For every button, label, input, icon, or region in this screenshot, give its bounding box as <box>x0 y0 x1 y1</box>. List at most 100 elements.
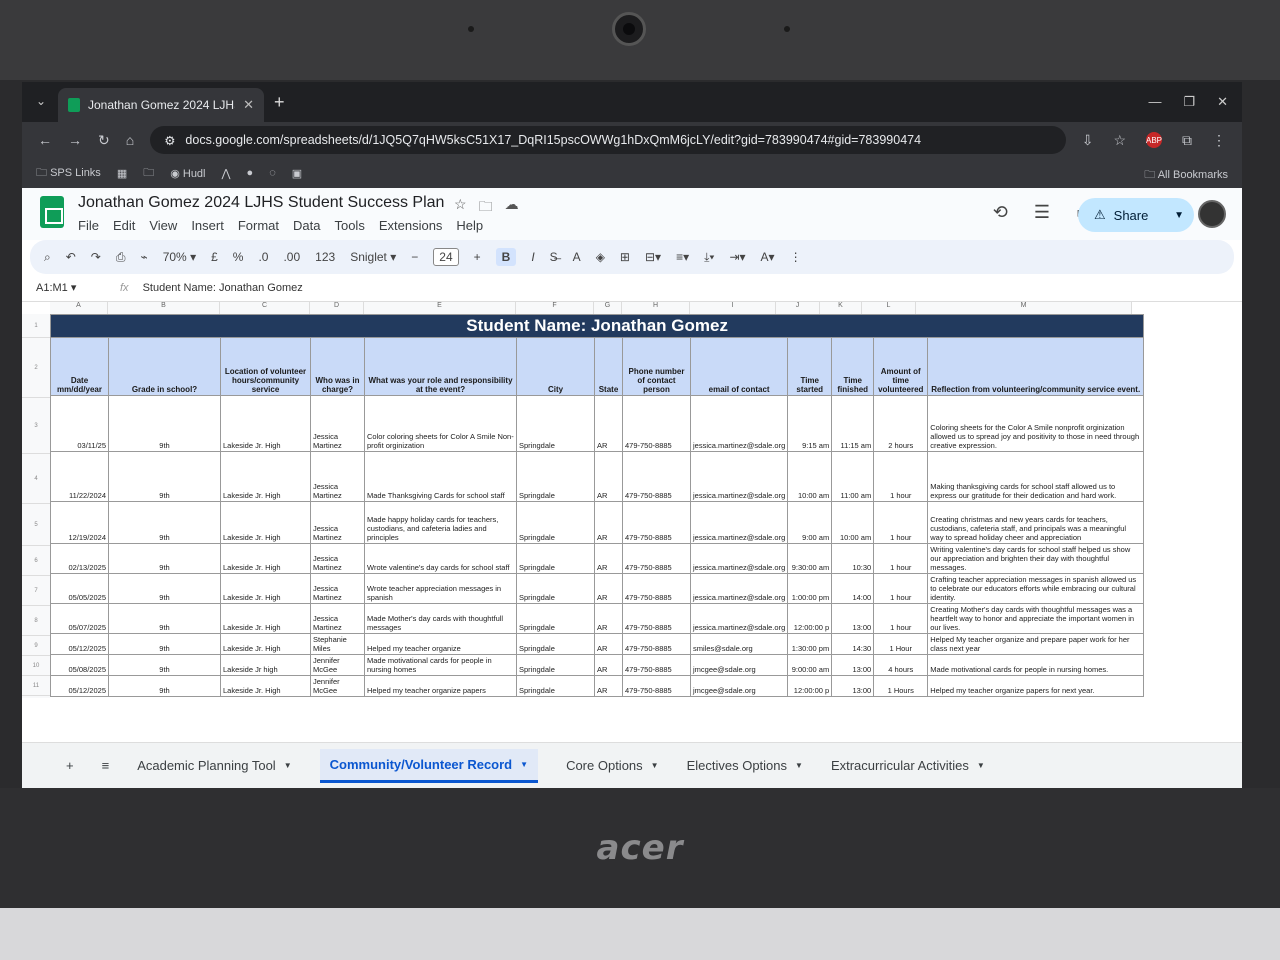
table-cell[interactable]: Springdale <box>516 501 595 544</box>
table-cell[interactable]: AR <box>594 543 623 574</box>
sheet-tab[interactable]: Community/Volunteer Record ▼ <box>319 748 539 783</box>
table-cell[interactable]: 9th <box>108 451 221 502</box>
table-cell[interactable]: jessica.martinez@sdale.org <box>689 395 789 452</box>
extensions-icon[interactable]: ⧉ <box>1182 132 1192 149</box>
row-header[interactable]: 9 <box>22 636 50 656</box>
table-cell[interactable]: 9th <box>108 501 221 544</box>
table-cell[interactable]: Jessica Martinez <box>310 395 365 452</box>
undo-icon[interactable]: ↶ <box>66 250 76 264</box>
table-cell[interactable]: 479-750-8885 <box>622 501 691 544</box>
decrease-decimal-button[interactable]: .0 <box>258 250 268 264</box>
table-cell[interactable]: 14:30 <box>831 633 875 655</box>
table-cell[interactable]: Springdale <box>516 633 595 655</box>
column-header-e[interactable]: E <box>364 302 516 314</box>
table-cell[interactable]: AR <box>594 573 623 604</box>
cloud-status-icon[interactable]: ☁ <box>505 196 519 220</box>
redo-icon[interactable]: ↷ <box>91 250 101 264</box>
folder-icon[interactable]: 🗀 <box>143 164 154 183</box>
table-cell[interactable]: 13:00 <box>831 603 875 634</box>
table-cell[interactable]: 12:00:00 p <box>787 603 833 634</box>
merge-cells-icon[interactable]: ⊟▾ <box>645 250 661 264</box>
document-title[interactable]: Jonathan Gomez 2024 LJHS Student Success… <box>78 194 444 212</box>
table-cell[interactable]: 9th <box>108 395 221 452</box>
table-cell[interactable]: Making thanksgiving cards for school sta… <box>927 451 1145 502</box>
table-cell[interactable]: Lakeside Jr high <box>220 654 311 676</box>
url-bar[interactable]: ⚙ docs.google.com/spreadsheets/d/1JQ5Q7q… <box>150 126 1066 154</box>
print-icon[interactable]: ⎙ <box>116 250 126 265</box>
row-header[interactable]: 12 <box>22 696 50 698</box>
column-header-cell[interactable]: Location of volunteer hours/community se… <box>220 337 311 396</box>
sheet-tab[interactable]: Academic Planning Tool ▼ <box>137 758 291 773</box>
table-cell[interactable]: 1:00:00 pm <box>787 573 833 604</box>
menu-format[interactable]: Format <box>238 218 279 233</box>
table-cell[interactable]: Jessica Martinez <box>310 451 365 502</box>
table-cell[interactable]: 11:15 am <box>831 395 875 452</box>
column-header-cell[interactable]: What was your role and responsibility at… <box>364 337 517 396</box>
row-header[interactable]: 5 <box>22 504 50 546</box>
table-cell[interactable]: Lakeside Jr. High <box>220 633 311 655</box>
menu-file[interactable]: File <box>78 218 99 233</box>
adblock-extension-icon[interactable]: ABP <box>1146 132 1162 148</box>
currency-format-button[interactable]: £ <box>211 250 218 264</box>
table-cell[interactable]: jessica.martinez@sdale.org <box>689 451 789 502</box>
table-cell[interactable]: Helped my teacher organize papers <box>364 675 517 697</box>
table-cell[interactable]: 12:00:00 p <box>787 675 833 697</box>
table-cell[interactable]: 1 hour <box>873 573 929 604</box>
table-cell[interactable]: 05/12/2025 <box>50 633 109 655</box>
column-header-cell[interactable]: email of contact <box>689 337 789 396</box>
table-cell[interactable]: Lakeside Jr. High <box>220 603 311 634</box>
table-cell[interactable]: jessica.martinez@sdale.org <box>689 603 789 634</box>
table-cell[interactable]: 9th <box>108 675 221 697</box>
column-header-c[interactable]: C <box>220 302 310 314</box>
menu-tools[interactable]: Tools <box>334 218 364 233</box>
row-header[interactable]: 2 <box>22 338 50 398</box>
bookmark-sps-links[interactable]: 🗀 SPS Links <box>36 164 101 183</box>
move-folder-icon[interactable]: 🗀 <box>479 196 493 220</box>
table-cell[interactable]: Wrote valentine's day cards for school s… <box>364 543 517 574</box>
sheet-tab[interactable]: Extracurricular Activities ▼ <box>831 758 985 773</box>
row-header[interactable]: 3 <box>22 398 50 454</box>
column-header-d[interactable]: D <box>310 302 364 314</box>
table-cell[interactable]: 479-750-8885 <box>622 451 691 502</box>
column-header-cell[interactable]: Date mm/dd/year <box>50 337 109 396</box>
table-cell[interactable]: 9:30:00 am <box>787 543 833 574</box>
column-header-cell[interactable]: Grade in school? <box>108 337 221 396</box>
table-cell[interactable]: Made Thanksgiving Cards for school staff <box>364 451 517 502</box>
column-header-i[interactable]: I <box>690 302 776 314</box>
table-cell[interactable]: AR <box>594 633 623 655</box>
column-header-f[interactable]: F <box>516 302 594 314</box>
menu-insert[interactable]: Insert <box>191 218 224 233</box>
table-cell[interactable]: 479-750-8885 <box>622 654 691 676</box>
font-size-increase-icon[interactable]: + <box>474 250 481 264</box>
column-header-k[interactable]: K <box>820 302 862 314</box>
horizontal-align-icon[interactable]: ≡▾ <box>676 250 689 264</box>
table-cell[interactable]: 479-750-8885 <box>622 633 691 655</box>
table-cell[interactable]: 9th <box>108 573 221 604</box>
bookmark-icon[interactable]: ● <box>247 167 254 179</box>
menu-help[interactable]: Help <box>456 218 483 233</box>
table-cell[interactable]: 9th <box>108 654 221 676</box>
sheet-tab-dropdown-icon[interactable]: ▼ <box>795 761 803 770</box>
apps-grid-icon[interactable]: ▦ <box>117 167 127 180</box>
table-cell[interactable]: AR <box>594 603 623 634</box>
table-cell[interactable]: 4 hours <box>873 654 929 676</box>
table-cell[interactable]: Writing valentine's day cards for school… <box>927 543 1145 574</box>
table-cell[interactable]: 10:30 <box>831 543 875 574</box>
add-sheet-icon[interactable]: + <box>66 758 74 773</box>
table-cell[interactable]: 479-750-8885 <box>622 395 691 452</box>
comments-icon[interactable]: ☰ <box>1034 202 1050 223</box>
column-header-m[interactable]: M <box>916 302 1132 314</box>
column-header-cell[interactable]: Amount of time volunteered <box>873 337 929 396</box>
table-cell[interactable]: 479-750-8885 <box>622 573 691 604</box>
close-window-icon[interactable]: ✕ <box>1217 94 1228 110</box>
table-cell[interactable]: Wrote teacher appreciation messages in s… <box>364 573 517 604</box>
table-cell[interactable]: 1:30:00 pm <box>787 633 833 655</box>
sheet-tab-dropdown-icon[interactable]: ▼ <box>520 760 528 769</box>
table-cell[interactable]: AR <box>594 654 623 676</box>
table-cell[interactable]: 13:00 <box>831 675 875 697</box>
more-options-icon[interactable]: ⋮ <box>790 250 802 264</box>
reload-icon[interactable]: ↻ <box>98 132 110 149</box>
table-cell[interactable]: Springdale <box>516 675 595 697</box>
text-color-button[interactable]: A <box>573 250 581 264</box>
table-cell[interactable]: Jessica Martinez <box>310 501 365 544</box>
